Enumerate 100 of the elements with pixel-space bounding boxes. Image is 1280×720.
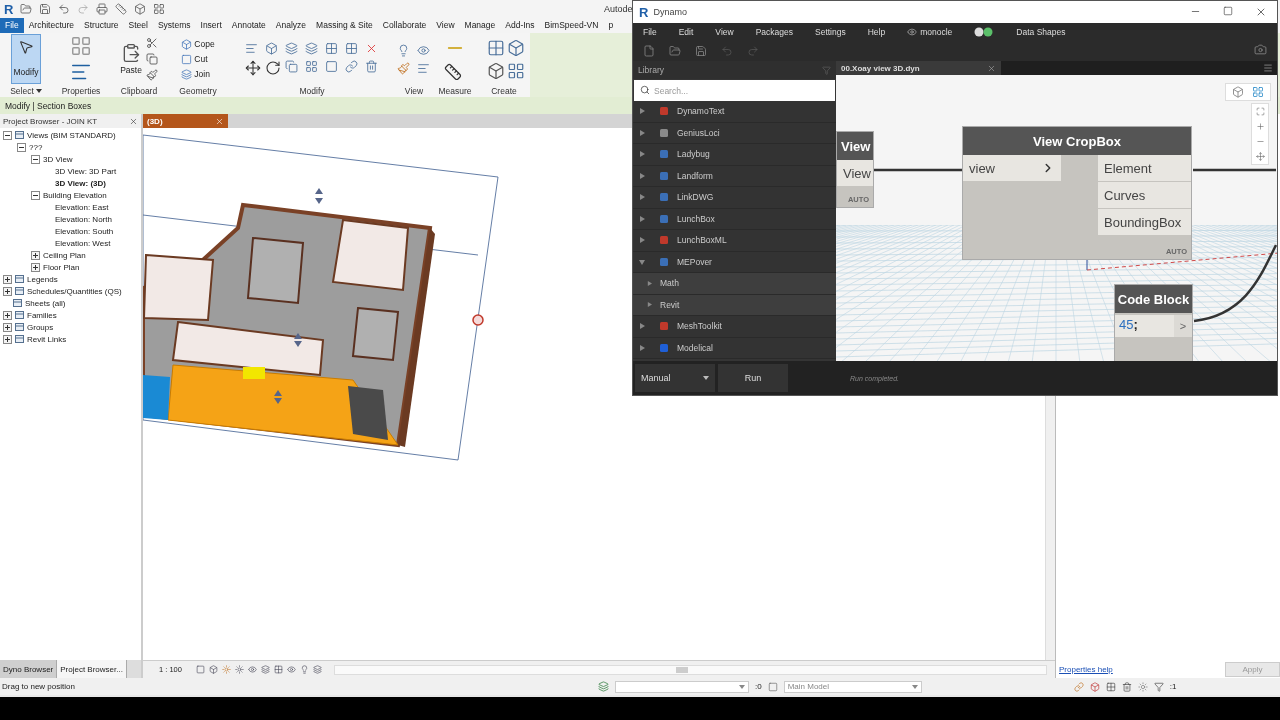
shadows-icon[interactable] [234, 665, 244, 674]
expand-arrow-icon[interactable] [639, 323, 645, 330]
lines-icon[interactable] [417, 61, 430, 75]
visual-style-icon[interactable] [208, 665, 218, 674]
expand-icon[interactable] [31, 262, 40, 272]
paste-button[interactable]: Paste [120, 43, 142, 75]
menu-item[interactable]: Packages [755, 27, 793, 37]
expand-arrow-icon[interactable] [639, 108, 645, 115]
scrollbar[interactable] [1045, 396, 1055, 660]
menu-item[interactable]: Help [867, 27, 886, 37]
open-icon[interactable] [20, 3, 33, 15]
modify-button[interactable]: Modify [11, 34, 41, 84]
collapse-icon[interactable] [31, 190, 40, 200]
tree-item[interactable]: Elevation: South [55, 226, 114, 236]
library-item[interactable]: Landform [677, 170, 713, 181]
ribbon-tab[interactable]: Analyze [270, 18, 312, 33]
zoom-in-icon[interactable] [1255, 122, 1265, 131]
copy-icon[interactable] [145, 53, 158, 65]
library-category[interactable]: Revit [660, 299, 680, 310]
join-button[interactable]: Join [181, 68, 215, 80]
collapse-icon[interactable] [31, 154, 40, 164]
save-icon[interactable] [695, 45, 707, 57]
scrollbar[interactable] [333, 664, 1047, 675]
ribbon-tab[interactable]: View [431, 18, 460, 33]
caret-icon[interactable] [35, 89, 42, 93]
menu-item[interactable]: Data Shapes [1016, 27, 1066, 37]
tree-item[interactable]: 3D View [43, 154, 73, 164]
expand-arrow-icon[interactable] [639, 237, 645, 244]
tree-item[interactable]: Sheets (all) [25, 298, 66, 308]
menu-item[interactable]: Settings [815, 27, 846, 37]
expand-arrow-icon[interactable] [639, 129, 645, 136]
output-port[interactable]: Element [1098, 155, 1191, 181]
tree-item[interactable]: Legends [27, 274, 58, 284]
library-item[interactable]: Ladybug [677, 149, 710, 160]
library-item[interactable]: LinkDWG [677, 192, 714, 203]
filter-icon[interactable] [1153, 681, 1164, 692]
close-icon[interactable] [987, 63, 996, 73]
move-icon[interactable] [245, 60, 261, 76]
output-port[interactable]: BoundingBox [1098, 209, 1191, 235]
browser-tab[interactable]: Project Browser... [57, 660, 127, 678]
array-icon[interactable] [305, 60, 318, 73]
run-mode-dropdown[interactable]: Manual [635, 364, 715, 392]
rotate-icon[interactable] [265, 60, 281, 76]
expand-arrow-icon[interactable] [639, 215, 645, 222]
undo-icon[interactable] [58, 3, 71, 15]
links-icon[interactable] [1073, 681, 1084, 692]
tree-item[interactable]: Building Elevation [43, 190, 107, 200]
menu-item[interactable]: View [715, 27, 734, 37]
reveal-icon[interactable] [299, 665, 309, 674]
library-category[interactable]: Math [660, 278, 679, 289]
tree-item[interactable]: Revit Links [27, 334, 67, 344]
tree-item[interactable]: Floor Plan [43, 262, 80, 272]
new-file-icon[interactable] [643, 45, 655, 57]
scissors-icon[interactable] [145, 37, 158, 49]
help-link[interactable]: Properties help [1059, 664, 1113, 674]
graph-view-icon[interactable] [1252, 86, 1264, 98]
save-icon[interactable] [39, 3, 52, 15]
ribbon-tab[interactable]: Annotate [226, 18, 271, 33]
hide-icon[interactable] [417, 43, 430, 57]
ribbon-tab[interactable]: Systems [152, 18, 196, 33]
close-icon[interactable] [129, 116, 138, 126]
collapse-arrow-icon[interactable] [639, 258, 645, 265]
tree-item[interactable]: Elevation: North [55, 214, 112, 224]
menu-icon[interactable] [1263, 63, 1273, 73]
menu-item[interactable]: File [643, 27, 657, 37]
tree-item[interactable]: Views (BIM STANDARD) [27, 130, 116, 140]
cut-button[interactable]: Cut [181, 53, 215, 65]
expand-arrow-icon[interactable] [639, 194, 645, 201]
menu-item[interactable]: monocle [907, 27, 953, 37]
expand-icon[interactable] [3, 274, 12, 284]
expand-icon[interactable] [31, 250, 40, 260]
ribbon-tab[interactable]: Insert [195, 18, 227, 33]
output-port[interactable]: View [837, 160, 873, 186]
model-dropdown[interactable]: Main Model [783, 680, 922, 693]
tree-item[interactable]: ??? [29, 142, 43, 152]
ribbon-tab[interactable]: File [0, 18, 24, 33]
tree-item[interactable]: Ceiling Plan [43, 250, 86, 260]
zoom-fit-icon[interactable] [1255, 107, 1265, 116]
library-item[interactable]: MeshToolkit [677, 321, 722, 332]
expand-arrow-icon[interactable] [647, 280, 652, 286]
file-tab[interactable]: 00.Xoay view 3D.dyn [836, 61, 1001, 75]
menu-item[interactable]: Edit [678, 27, 694, 37]
maximize-icon[interactable] [1223, 6, 1233, 16]
expand-icon[interactable] [3, 310, 12, 320]
output-port[interactable]: > [1174, 315, 1192, 337]
pan-icon[interactable] [1255, 152, 1265, 161]
library-item[interactable]: Modelical [677, 342, 713, 353]
collapse-icon[interactable] [3, 130, 12, 140]
code-text[interactable]: 45; [1115, 315, 1142, 337]
tree-item[interactable]: Elevation: West [55, 238, 111, 248]
expand-icon[interactable] [3, 322, 12, 332]
expand-arrow-icon[interactable] [639, 172, 645, 179]
sun-path-icon[interactable] [221, 665, 231, 674]
library-item[interactable]: MEPover [677, 256, 712, 267]
tree-item[interactable]: Schedules/Quantities (QS) [27, 286, 122, 296]
view-tab[interactable]: (3D) [143, 114, 228, 128]
ribbon-tab[interactable]: Massing & Site [311, 18, 378, 33]
browser-tab[interactable]: Dyno Browser [0, 660, 58, 678]
expand-arrow-icon[interactable] [639, 151, 645, 158]
tree-item[interactable]: Families [27, 310, 57, 320]
